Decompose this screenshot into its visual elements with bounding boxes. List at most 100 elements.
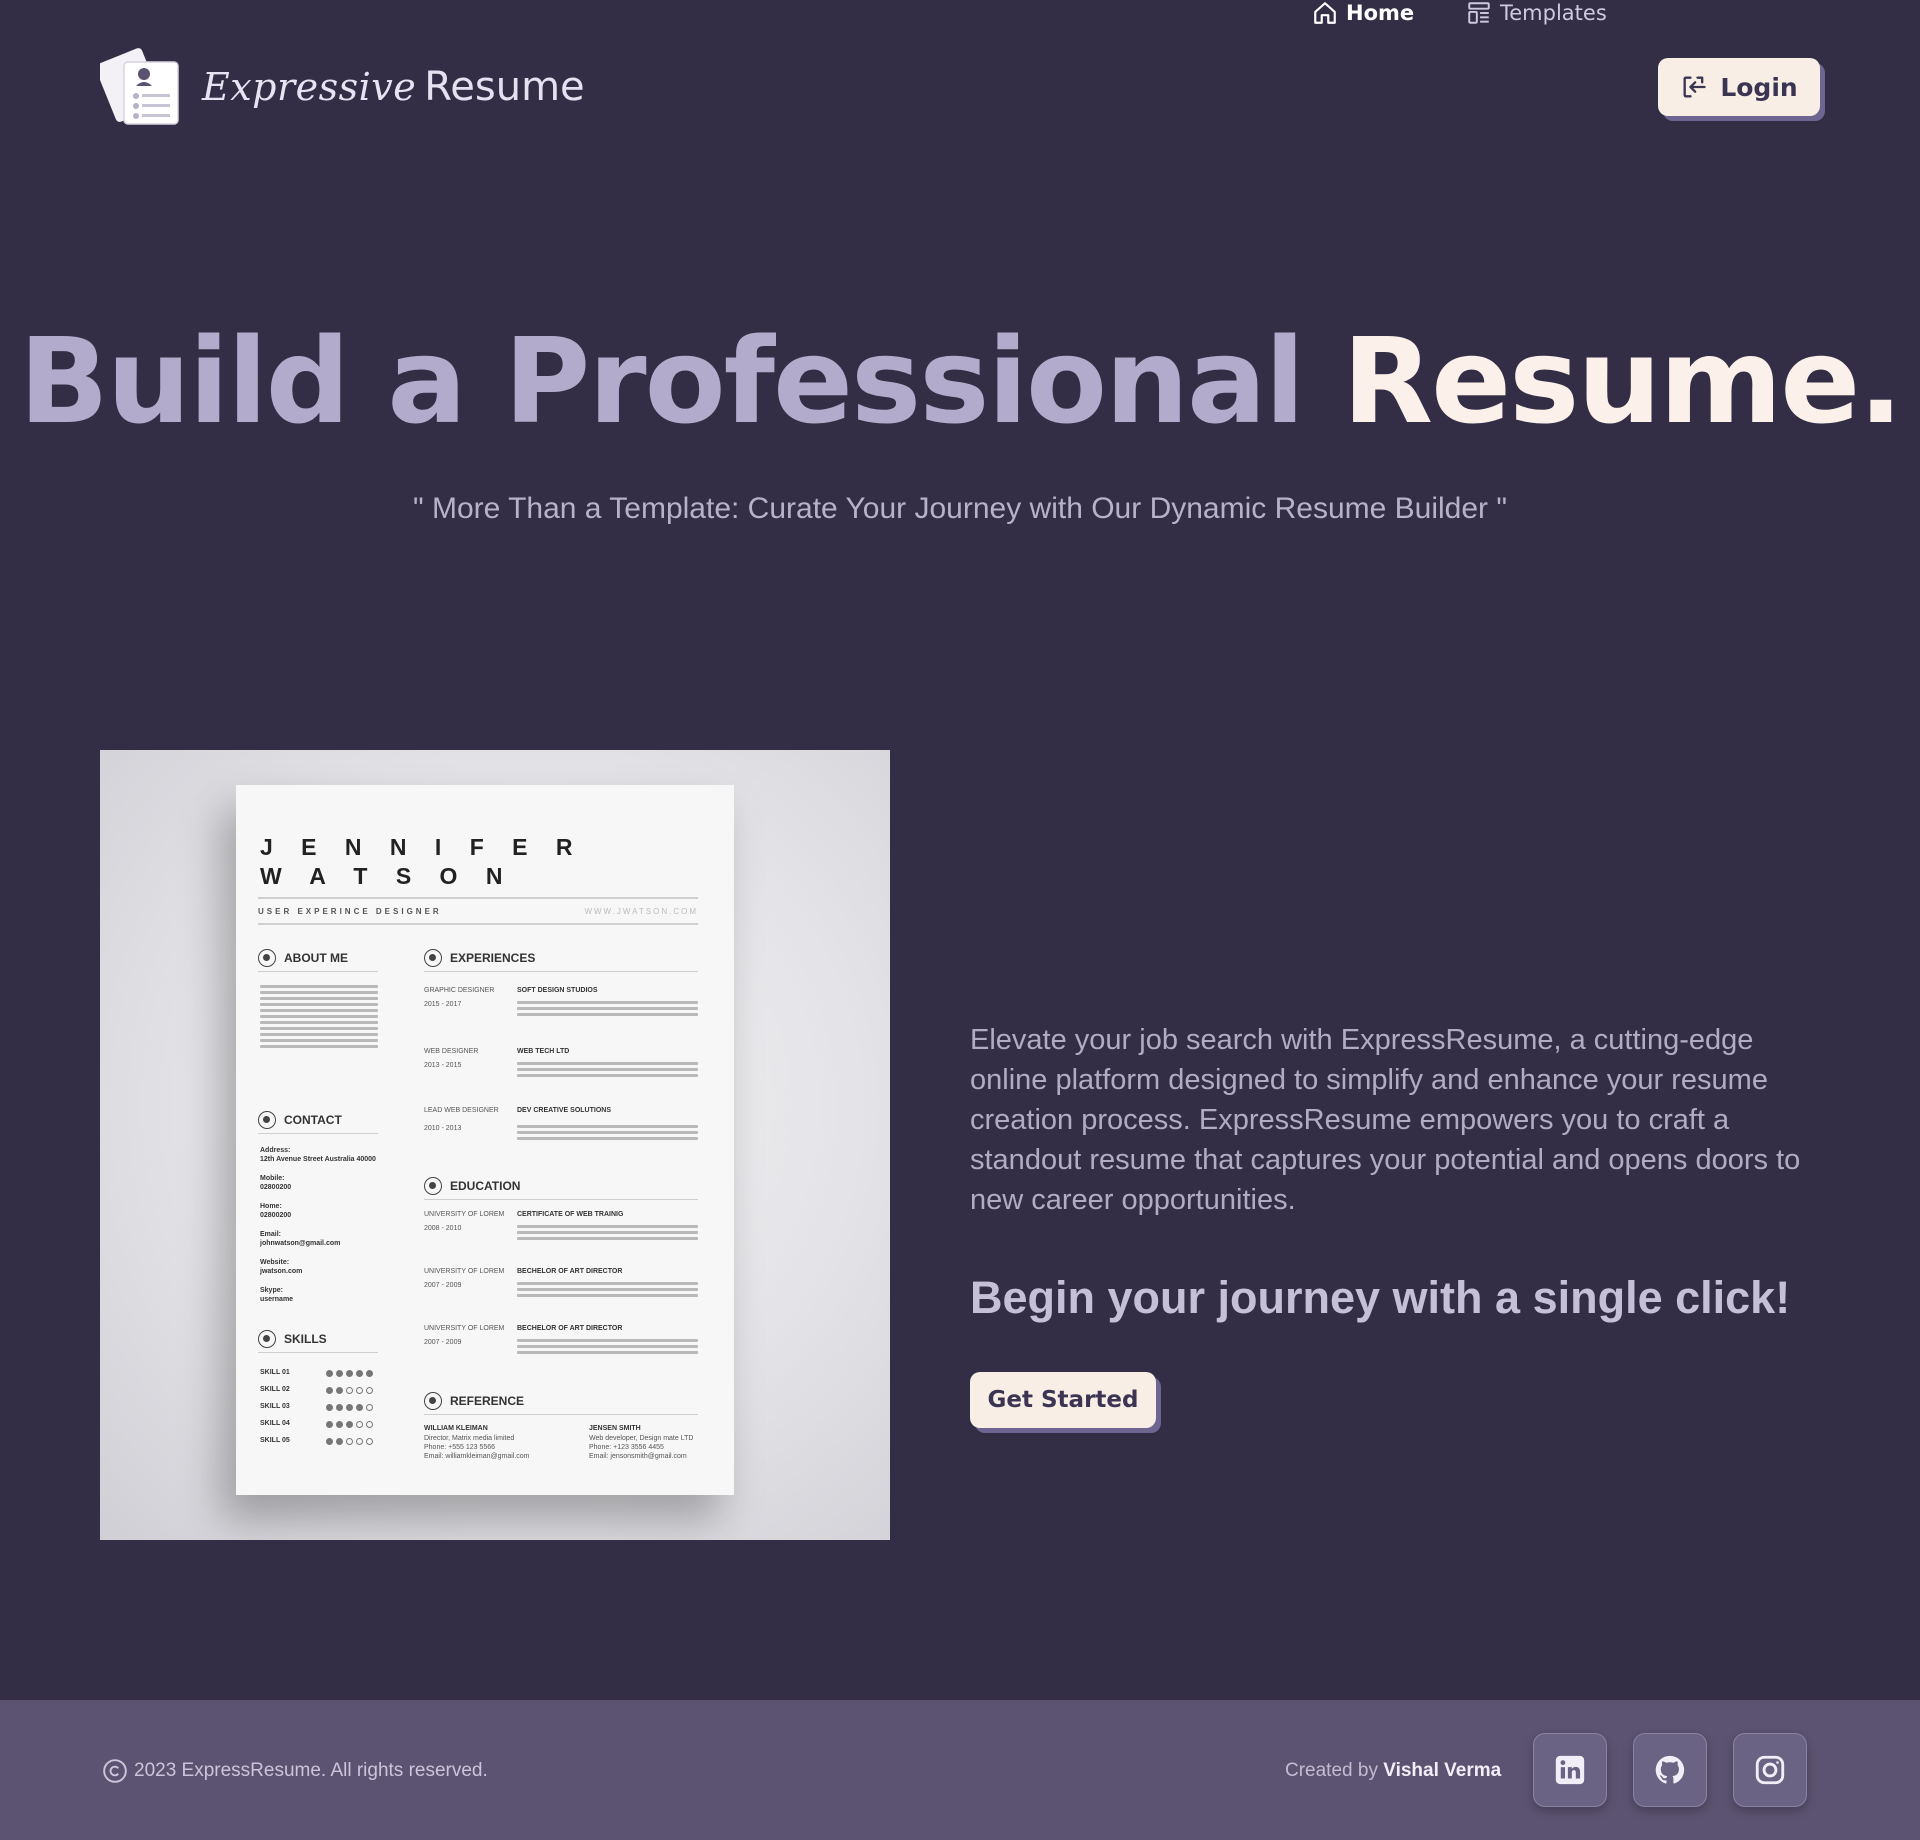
section-label: EDUCATION [450, 1179, 521, 1193]
edu-description [517, 1339, 698, 1354]
edu-description [517, 1225, 698, 1240]
exp-role: LEAD WEB DESIGNER [424, 1107, 499, 1114]
ref-title: Web developer, Design mate LTD [589, 1435, 694, 1442]
user-icon [258, 949, 276, 967]
contact-skype-label: Skype: [260, 1287, 283, 1294]
resume-section-education: EDUCATION [424, 1177, 520, 1195]
skill-name: SKILL 02 [260, 1386, 290, 1393]
reference-icon [424, 1392, 442, 1410]
login-label: Login [1720, 72, 1798, 102]
gear-icon [258, 1330, 276, 1348]
rating-dot [356, 1421, 363, 1428]
hero-title-part1: Build a Professional [18, 312, 1305, 450]
rating-dot [336, 1387, 343, 1394]
copyright-text: 2023 ExpressResume. All rights reserved. [134, 1760, 488, 1781]
product-description: Elevate your job search with ExpressResu… [970, 1024, 1801, 1216]
hero-subtitle: " More Than a Template: Curate Your Jour… [412, 492, 1508, 525]
ref-email: Email: williamkleiman@gmail.com [424, 1453, 530, 1460]
resume-section-skills: SKILLS [258, 1330, 327, 1348]
divider [258, 971, 378, 972]
resume-logo-icon [95, 48, 182, 126]
resume-section-reference: REFERENCE [424, 1392, 524, 1410]
rating-dot [336, 1421, 343, 1428]
divider [258, 923, 698, 925]
resume-section-about: ABOUT ME [258, 949, 348, 967]
divider [258, 1352, 378, 1353]
rating-dot [366, 1404, 373, 1411]
section-label: EXPERIENCES [450, 951, 536, 965]
edu-school: UNIVERSITY OF LOREM [424, 1211, 505, 1218]
linkedin-button[interactable] [1533, 1733, 1607, 1807]
resume-role: USER EXPERINCE DESIGNER [258, 907, 442, 916]
rating-dot [336, 1438, 343, 1445]
skill-name: SKILL 04 [260, 1420, 290, 1427]
ref-name: JENSEN SMITH [589, 1425, 641, 1432]
nav-home[interactable]: Home [1312, 0, 1414, 26]
nav-templates-label: Templates [1500, 1, 1607, 25]
divider [258, 1133, 378, 1134]
home-icon [1314, 2, 1336, 24]
rating-dot [356, 1438, 363, 1445]
skill-name: SKILL 05 [260, 1437, 290, 1444]
exp-description [517, 1062, 698, 1077]
templates-icon [1468, 2, 1490, 24]
credit: Created by Vishal Verma [1285, 1760, 1501, 1782]
rating-dot [326, 1370, 333, 1377]
copyright-icon [103, 1759, 127, 1783]
edu-school: UNIVERSITY OF LOREM [424, 1325, 505, 1332]
rating-dot [326, 1421, 333, 1428]
graduation-cap-icon [424, 1177, 442, 1195]
github-button[interactable] [1633, 1733, 1707, 1807]
about-text [260, 985, 378, 1048]
contact-mobile: 02800200 [260, 1184, 292, 1191]
hero-title: Build a Professional Resume. [0, 312, 1920, 450]
login-button[interactable]: Login [1658, 58, 1820, 116]
phone-icon [258, 1111, 276, 1129]
resume-website: WWW.JWATSON.COM [584, 907, 698, 916]
divider [424, 1199, 698, 1200]
edu-degree: CERTIFICATE OF WEB TRAINIG [517, 1211, 624, 1218]
get-started-button[interactable]: Get Started [970, 1372, 1156, 1428]
exp-company: DEV CREATIVE SOLUTIONS [517, 1107, 611, 1114]
rating-dot [346, 1404, 353, 1411]
briefcase-icon [424, 949, 442, 967]
brand-logo[interactable]: Expressive Resume [95, 48, 585, 126]
exp-description [517, 1001, 698, 1016]
divider [258, 897, 698, 899]
rating-dot [366, 1438, 373, 1445]
edu-years: 2008 - 2010 [424, 1225, 462, 1232]
credit-prefix: Created by [1285, 1760, 1378, 1781]
brand-name-word: Resume [424, 64, 585, 110]
linkedin-icon [1555, 1755, 1585, 1785]
nav-home-label: Home [1346, 1, 1415, 25]
rating-dot [366, 1421, 373, 1428]
resume-section-experiences: EXPERIENCES [424, 949, 535, 967]
contact-home: 02800200 [260, 1212, 292, 1219]
exp-company: SOFT DESIGN STUDIOS [517, 987, 598, 994]
ref-name: WILLIAM KLEIMAN [424, 1425, 488, 1432]
contact-home-label: Home: [260, 1203, 282, 1210]
nav-templates[interactable]: Templates [1466, 0, 1607, 26]
resume-section-contact: CONTACT [258, 1111, 342, 1129]
rating-dot [366, 1387, 373, 1394]
exp-role: WEB DESIGNER [424, 1048, 479, 1055]
rating-dot [346, 1438, 353, 1445]
rating-dot [346, 1421, 353, 1428]
edu-description [517, 1282, 698, 1297]
site-footer: 2023 ExpressResume. All rights reserved.… [0, 1700, 1920, 1840]
ref-email: Email: jensonsmith@gmail.com [589, 1453, 687, 1460]
exp-years: 2010 - 2013 [424, 1125, 462, 1132]
skill-rating [326, 1404, 373, 1411]
section-label: SKILLS [284, 1332, 327, 1346]
brand-name-script: Expressive [202, 65, 417, 109]
rating-dot [346, 1370, 353, 1377]
instagram-button[interactable] [1733, 1733, 1807, 1807]
rating-dot [366, 1370, 373, 1377]
brand-name: Expressive Resume [202, 64, 585, 110]
instagram-icon [1755, 1755, 1785, 1785]
credit-author[interactable]: Vishal Verma [1383, 1760, 1501, 1781]
edu-years: 2007 - 2009 [424, 1339, 462, 1346]
ref-phone: Phone: +123 3556 4455 [589, 1444, 664, 1451]
github-icon [1655, 1755, 1685, 1784]
resume-name-last: W A T S O N [260, 863, 514, 889]
